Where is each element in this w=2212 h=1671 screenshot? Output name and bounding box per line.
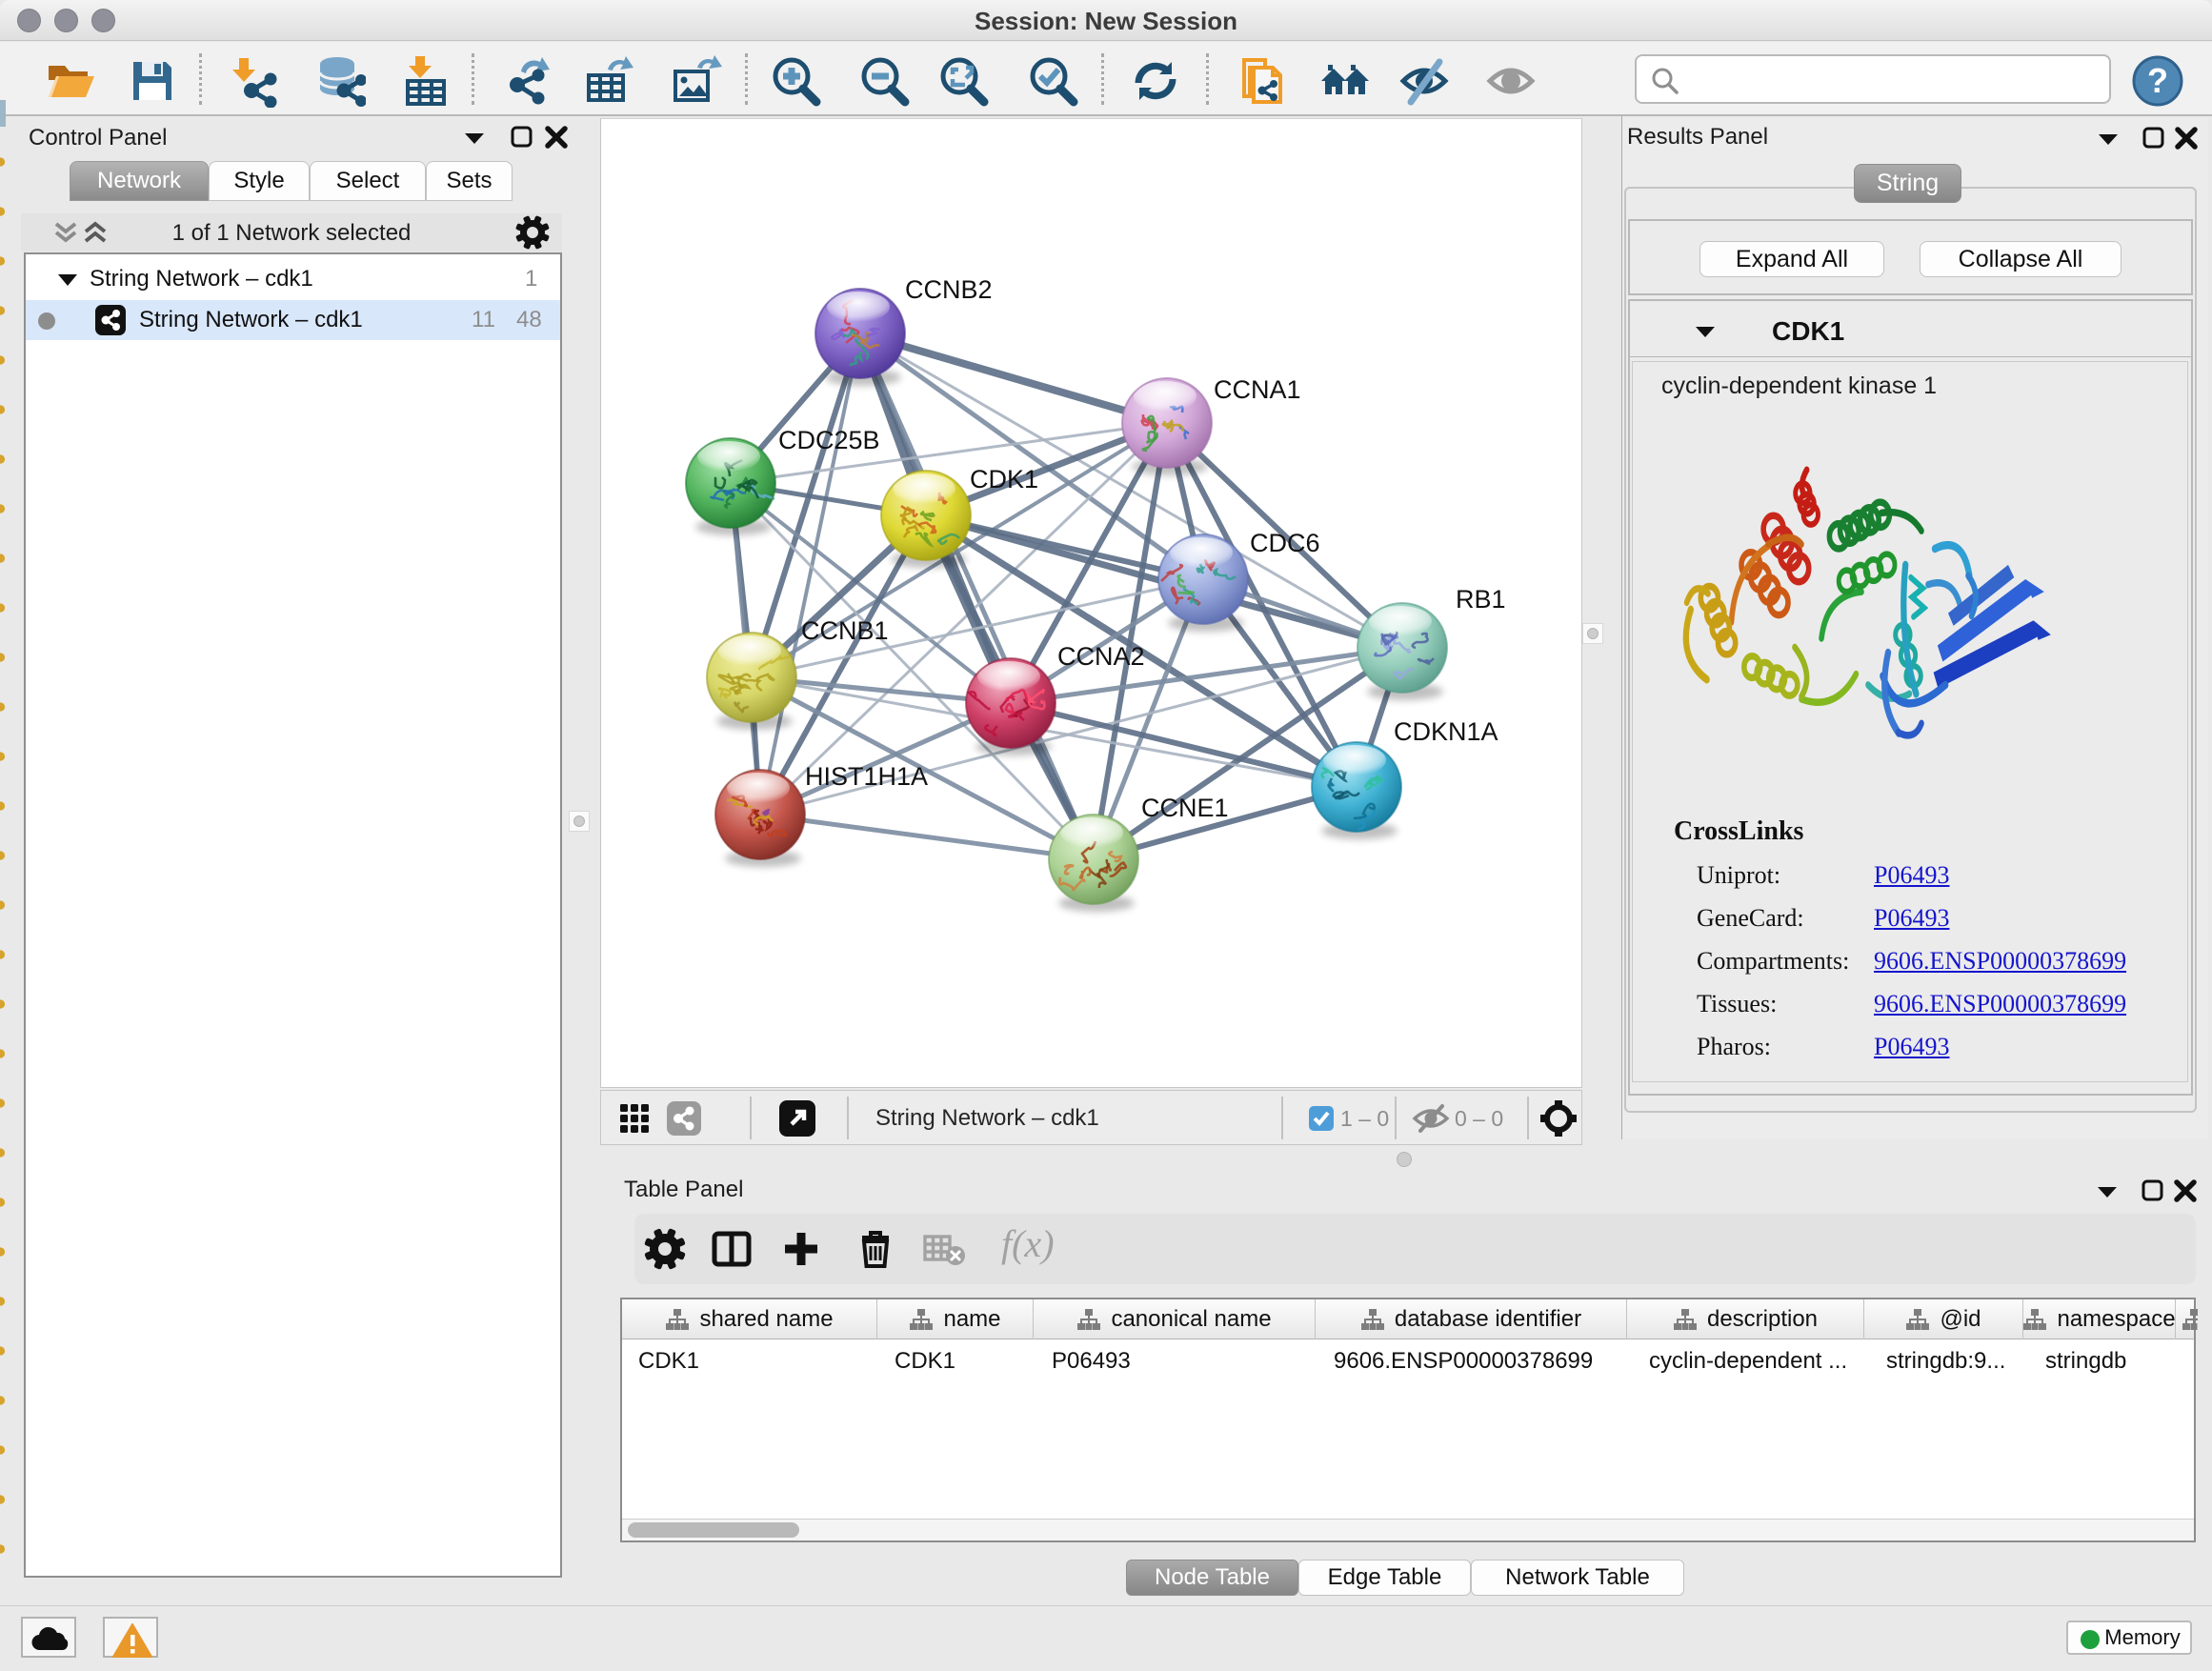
svg-text:RB1: RB1 bbox=[1456, 585, 1506, 614]
svg-text:CCNA2: CCNA2 bbox=[1057, 642, 1145, 671]
svg-text:CDC6: CDC6 bbox=[1250, 529, 1320, 557]
svg-text:CDC25B: CDC25B bbox=[778, 426, 880, 454]
svg-text:CDK1: CDK1 bbox=[970, 465, 1038, 493]
svg-text:CCNB1: CCNB1 bbox=[801, 616, 889, 645]
svg-text:CCNB2: CCNB2 bbox=[905, 275, 993, 304]
svg-text:HIST1H1A: HIST1H1A bbox=[805, 762, 928, 791]
svg-text:CCNE1: CCNE1 bbox=[1141, 794, 1229, 822]
svg-text:?: ? bbox=[2147, 61, 2168, 100]
svg-text:CDKN1A: CDKN1A bbox=[1394, 717, 1498, 746]
svg-text:CCNA1: CCNA1 bbox=[1214, 375, 1301, 404]
